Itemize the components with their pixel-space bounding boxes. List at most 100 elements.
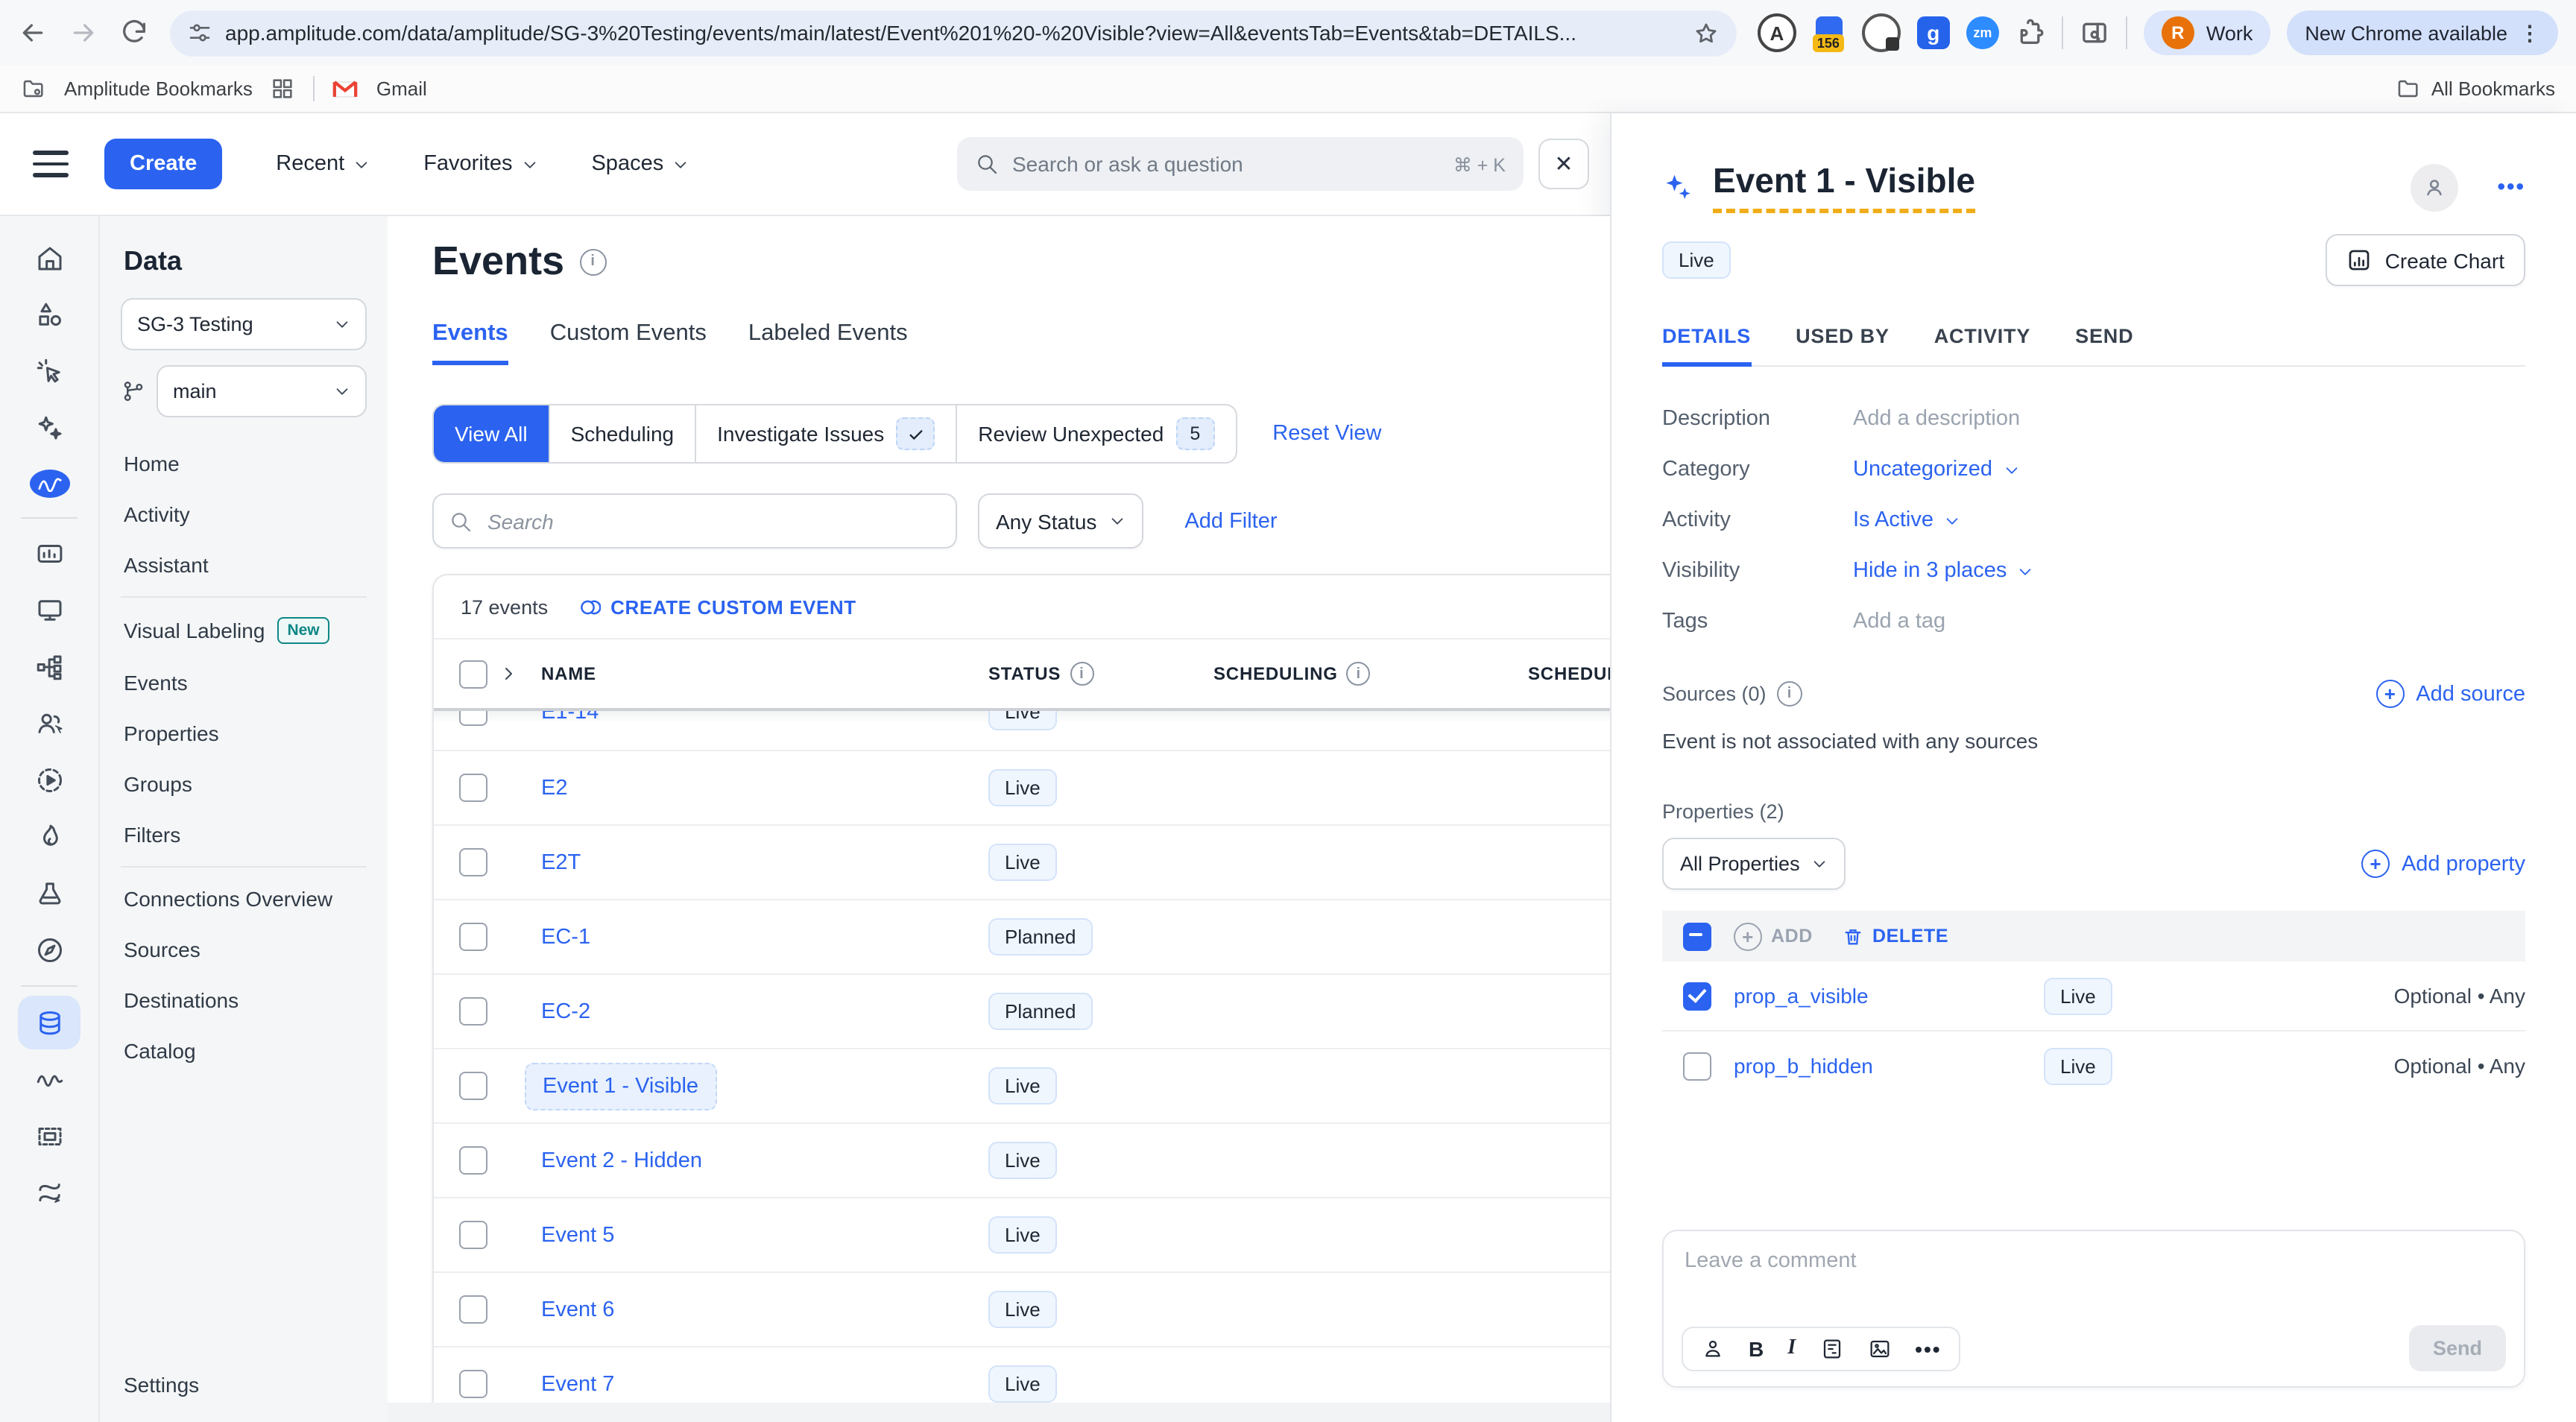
profile-chip[interactable]: R Work — [2144, 10, 2271, 55]
data-nav-active[interactable] — [18, 996, 80, 1049]
all-bookmarks-label[interactable]: All Bookmarks — [2431, 78, 2555, 100]
bookmarks-folder-icon[interactable] — [21, 76, 46, 101]
all-bookmarks-folder-icon[interactable] — [2396, 76, 2421, 101]
journeys-icon[interactable] — [34, 651, 65, 683]
panel-tab-used-by[interactable]: USED BY — [1796, 325, 1890, 365]
extensions-puzzle-icon[interactable] — [2015, 18, 2045, 48]
sidebar-item-filters[interactable]: Filters — [100, 809, 388, 860]
table-row[interactable]: EC-1 Planned — [434, 900, 1610, 975]
visual-labeling-cursor-icon[interactable] — [34, 356, 65, 388]
property-checkbox-checked[interactable] — [1683, 982, 1711, 1010]
extension-lock-icon[interactable] — [1862, 13, 1901, 52]
category-dropdown[interactable]: Uncategorized — [1853, 458, 2019, 481]
row-checkbox[interactable] — [459, 1295, 487, 1324]
event-name-link[interactable]: EC-1 — [541, 925, 590, 949]
row-checkbox[interactable] — [459, 1370, 487, 1398]
watcher-avatar[interactable] — [2411, 163, 2458, 211]
event-name-link[interactable]: Event 5 — [541, 1223, 614, 1247]
branch-select[interactable]: main — [157, 365, 367, 417]
bold-icon[interactable]: B — [1749, 1337, 1764, 1361]
favorites-menu[interactable]: Favorites — [423, 152, 537, 176]
reset-view-link[interactable]: Reset View — [1272, 422, 1381, 446]
extension-a-icon[interactable]: A — [1758, 13, 1796, 52]
ai-sparkle-icon[interactable] — [1662, 171, 1695, 203]
sidebar-item-assistant[interactable]: Assistant — [100, 540, 388, 590]
events-search-input[interactable] — [484, 508, 941, 534]
discovery-compass-icon[interactable] — [34, 935, 65, 966]
view-all-tab[interactable]: View All — [434, 405, 549, 462]
property-row[interactable]: prop_a_visible Live Optional • Any — [1662, 961, 2525, 1031]
column-scheduling[interactable]: SCHEDULINGi — [1213, 662, 1528, 686]
frame-selection-icon[interactable] — [34, 1121, 65, 1152]
heatmap-flame-icon[interactable] — [34, 821, 65, 853]
back-icon[interactable] — [18, 18, 48, 48]
url-text[interactable]: app.amplitude.com/data/amplitude/SG-3%20… — [225, 21, 1680, 45]
row-checkbox[interactable] — [459, 711, 487, 726]
activity-dropdown[interactable]: Is Active — [1853, 508, 1960, 532]
reload-icon[interactable] — [119, 18, 149, 48]
table-row[interactable]: EC-2 Planned — [434, 975, 1610, 1049]
spaces-menu[interactable]: Spaces — [591, 152, 689, 176]
sidebar-item-events[interactable]: Events — [100, 657, 388, 708]
table-row[interactable]: E2T Live — [434, 826, 1610, 900]
apps-grid-icon[interactable] — [271, 76, 296, 101]
view-investigate-issues-tab[interactable]: Investigate Issues — [695, 405, 956, 462]
property-row[interactable]: prop_b_hidden Live Optional • Any — [1662, 1031, 2525, 1100]
row-checkbox[interactable] — [459, 923, 487, 951]
expand-chevron-icon[interactable] — [499, 665, 517, 683]
dashboards-icon[interactable] — [34, 538, 65, 569]
panel-more-menu-icon[interactable]: ••• — [2497, 174, 2525, 200]
browser-menu-icon[interactable]: ⋮ — [2519, 20, 2540, 45]
session-replay-icon[interactable] — [34, 765, 65, 796]
sidebar-item-visual-labeling[interactable]: Visual Labeling New — [100, 604, 388, 657]
create-chart-button[interactable]: Create Chart — [2326, 234, 2525, 286]
bulk-delete-button[interactable]: DELETE — [1843, 925, 1948, 947]
tab-custom-events[interactable]: Custom Events — [550, 320, 707, 365]
amplitude-logo[interactable] — [29, 470, 69, 498]
sidebar-item-home[interactable]: Home — [100, 438, 388, 489]
create-button[interactable]: Create — [104, 139, 222, 189]
table-row[interactable]: E1-14 Live — [434, 711, 1610, 748]
event-name-link[interactable]: E2 — [541, 776, 568, 800]
table-row[interactable]: Event 2 - Hidden Live — [434, 1124, 1610, 1198]
property-name-link[interactable]: prop_b_hidden — [1734, 1054, 2044, 1078]
comment-box[interactable]: Leave a comment B I ••• Send — [1662, 1230, 2525, 1388]
info-icon[interactable]: i — [579, 248, 606, 275]
table-row[interactable]: Event 6 Live — [434, 1273, 1610, 1347]
property-checkbox[interactable] — [1683, 1052, 1711, 1080]
code-block-icon[interactable] — [1819, 1337, 1843, 1361]
extension-blocker-icon[interactable]: 156 — [1813, 16, 1846, 49]
column-scheduled[interactable]: SCHEDULED — [1528, 663, 1610, 684]
pathways-icon[interactable] — [34, 1178, 65, 1209]
shapes-icon[interactable] — [34, 300, 65, 331]
sidebar-item-groups[interactable]: Groups — [100, 759, 388, 809]
info-icon[interactable]: i — [1777, 681, 1802, 707]
forward-icon[interactable] — [69, 18, 98, 48]
properties-filter-dropdown[interactable]: All Properties — [1662, 838, 1846, 890]
event-name-link[interactable]: Event 7 — [541, 1372, 614, 1396]
add-property-button[interactable]: + Add property — [2361, 850, 2525, 878]
event-name-link[interactable]: Event 2 - Hidden — [541, 1148, 702, 1172]
sidebar-item-activity[interactable]: Activity — [100, 489, 388, 540]
panel-tab-details[interactable]: DETAILS — [1662, 325, 1751, 367]
site-settings-icon[interactable] — [188, 21, 212, 45]
visibility-dropdown[interactable]: Hide in 3 places — [1853, 559, 2033, 583]
row-checkbox[interactable] — [459, 1221, 487, 1249]
column-name[interactable]: NAME — [541, 663, 988, 684]
panel-tab-send[interactable]: SEND — [2075, 325, 2133, 365]
status-filter-dropdown[interactable]: Any Status — [978, 493, 1143, 549]
add-source-button[interactable]: + Add source — [2375, 680, 2525, 708]
bulk-add-button[interactable]: + ADD — [1734, 922, 1813, 950]
ai-sparkles-icon[interactable] — [34, 413, 65, 444]
tab-labeled-events[interactable]: Labeled Events — [748, 320, 908, 365]
event-name-link[interactable]: EC-2 — [541, 999, 590, 1023]
row-checkbox[interactable] — [459, 848, 487, 876]
global-search-input[interactable]: Search or ask a question ⌘ + K — [957, 137, 1524, 191]
panel-tab-activity[interactable]: ACTIVITY — [1934, 325, 2030, 365]
close-search-button[interactable]: ✕ — [1538, 139, 1589, 189]
event-name-link[interactable]: E1-14 — [541, 711, 599, 724]
experiment-funnel-icon[interactable] — [34, 878, 65, 909]
extension-zoom-icon[interactable]: zm — [1966, 16, 1999, 49]
view-scheduling-tab[interactable]: Scheduling — [549, 405, 695, 462]
displays-icon[interactable] — [34, 595, 65, 626]
